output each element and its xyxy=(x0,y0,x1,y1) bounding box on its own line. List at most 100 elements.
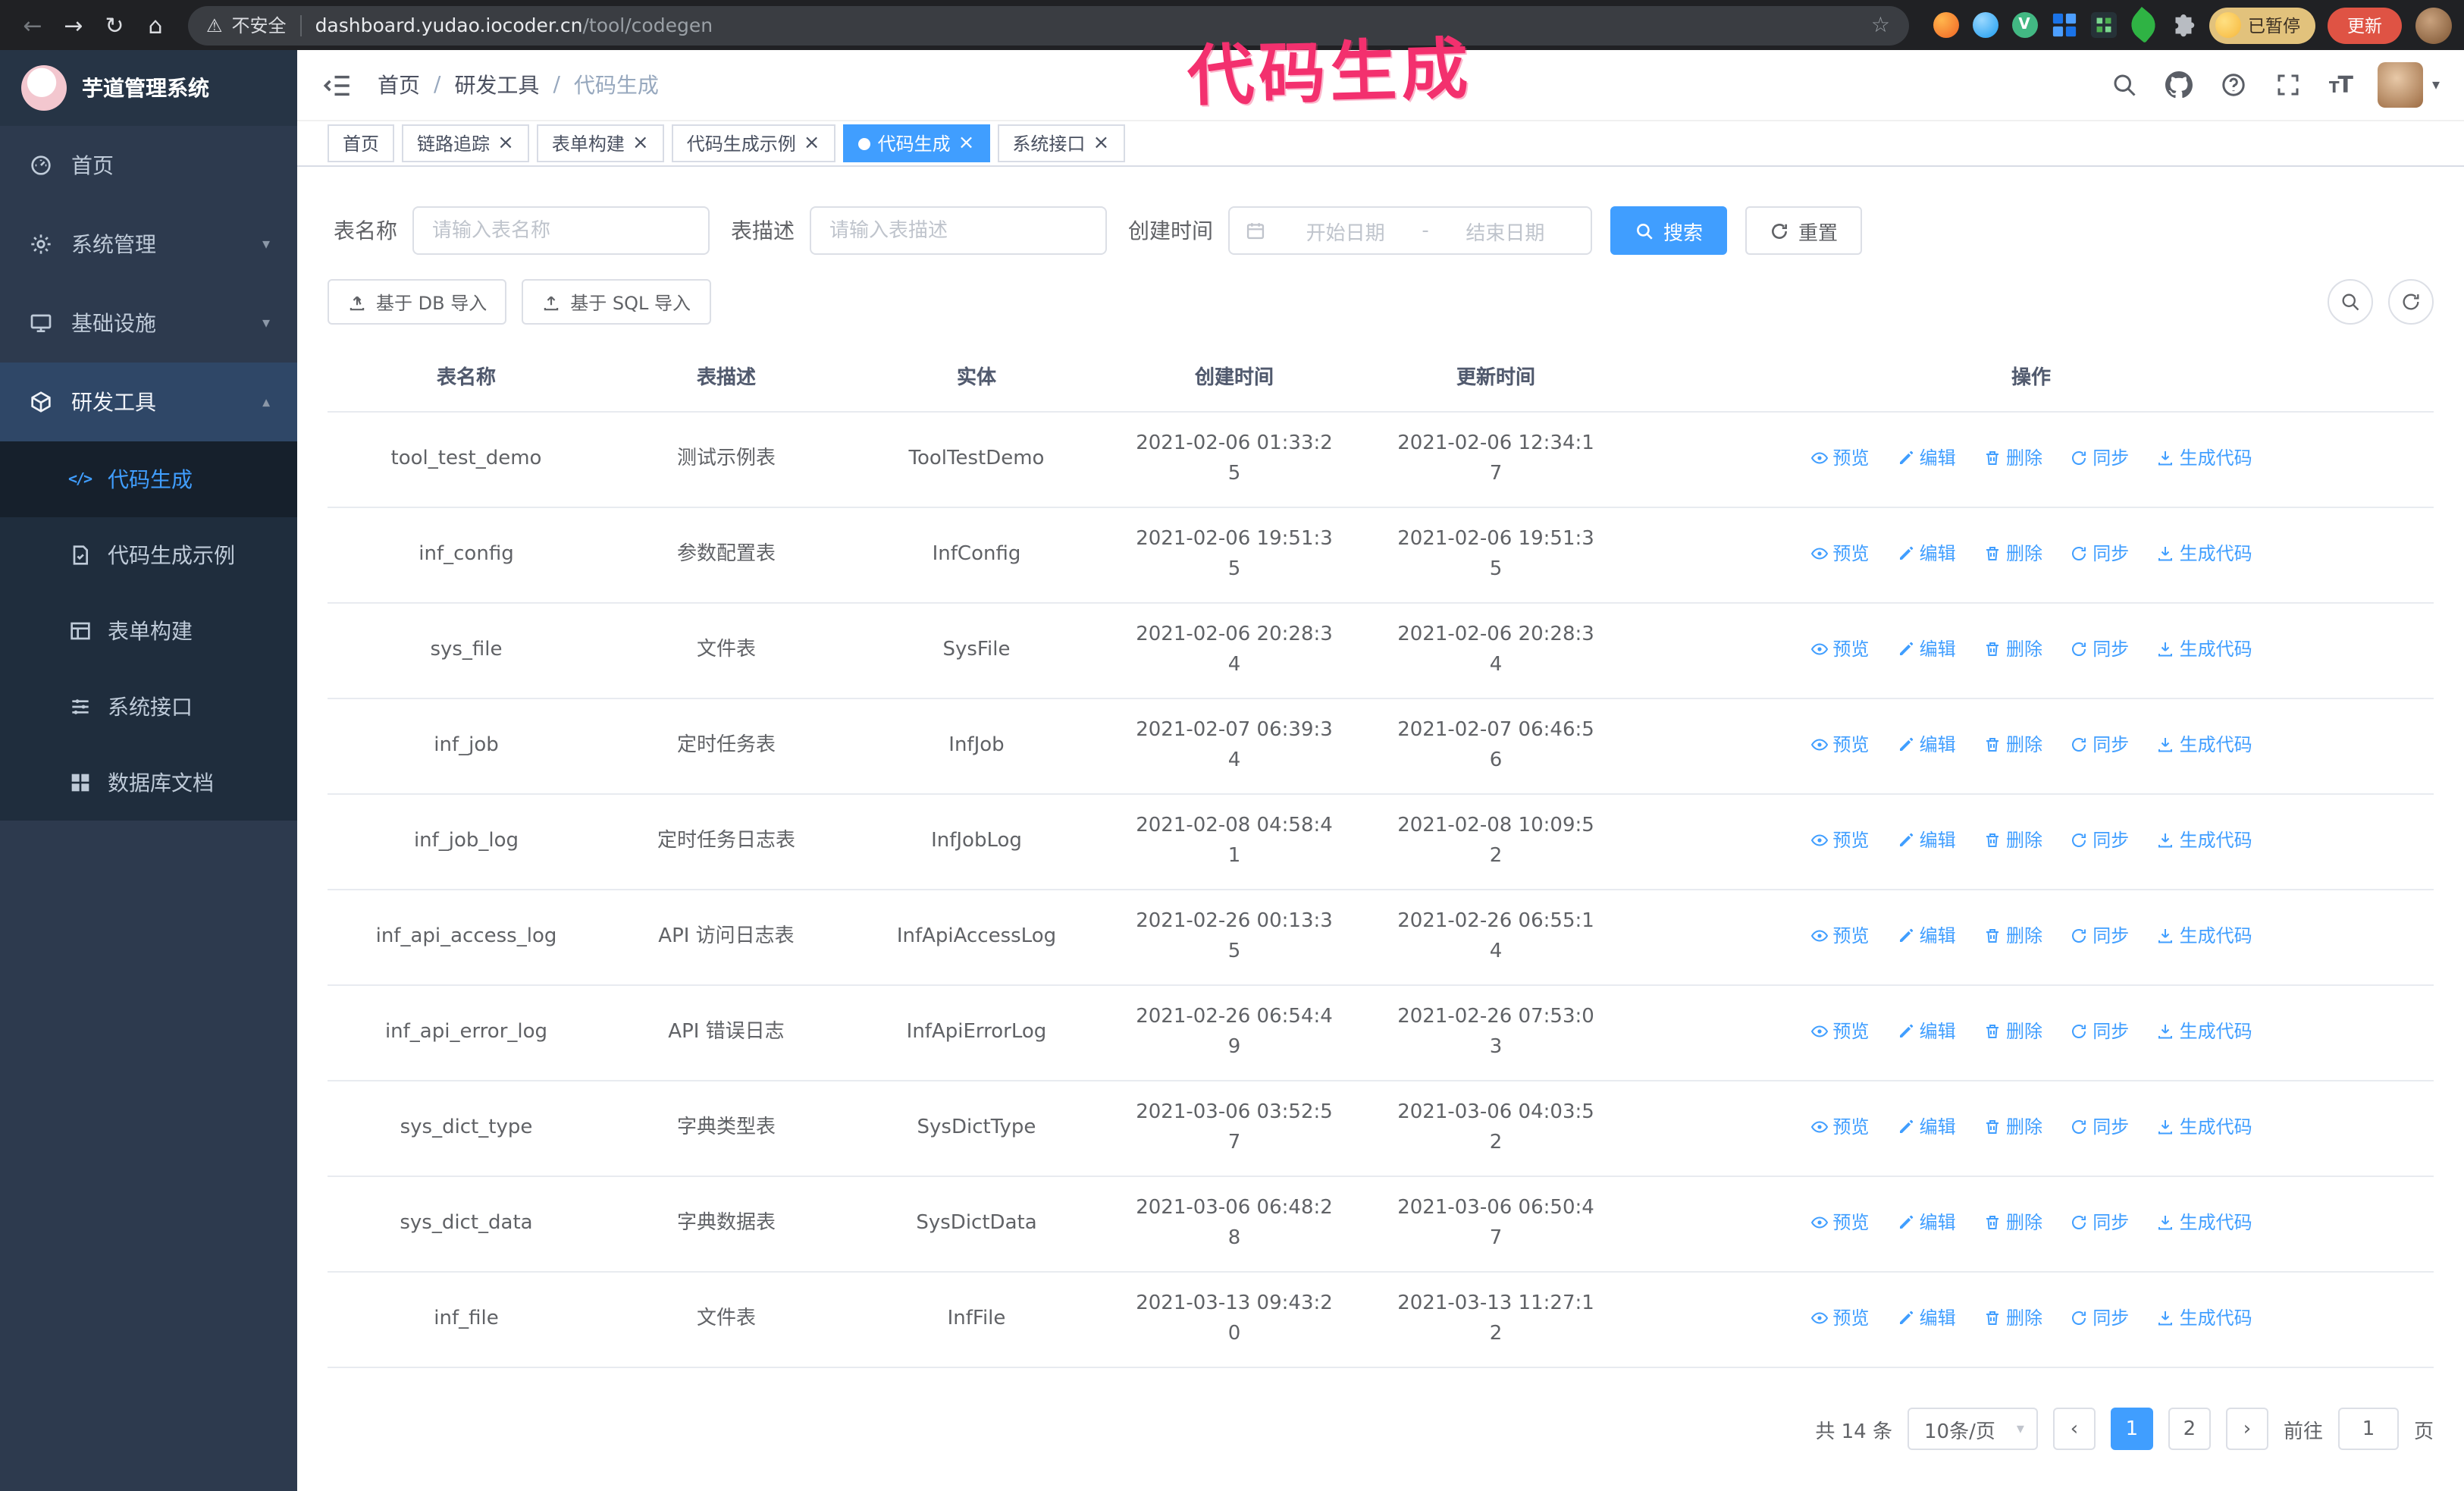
forward-icon[interactable]: → xyxy=(53,5,94,46)
reload-icon[interactable]: ↻ xyxy=(94,5,135,46)
sync-link[interactable]: 同步 xyxy=(2070,824,2129,855)
generate-code-link[interactable]: 生成代码 xyxy=(2157,1302,2252,1332)
goto-page-input[interactable] xyxy=(2337,1408,2399,1450)
preview-link[interactable]: 预览 xyxy=(1810,824,1869,855)
sidebar-item-system[interactable]: 系统管理 ▾ xyxy=(0,205,297,284)
table-name-input[interactable] xyxy=(412,206,710,255)
reset-button[interactable]: 重置 xyxy=(1745,206,1863,255)
sidebar-item-api[interactable]: 系统接口 xyxy=(0,669,297,745)
delete-link[interactable]: 删除 xyxy=(1983,729,2042,759)
edit-link[interactable]: 编辑 xyxy=(1897,1015,1956,1046)
page-size-select[interactable]: 10条/页 ▾ xyxy=(1908,1408,2038,1450)
preview-link[interactable]: 预览 xyxy=(1810,920,1869,950)
preview-link[interactable]: 预览 xyxy=(1810,538,1869,568)
preview-link[interactable]: 预览 xyxy=(1810,1207,1869,1237)
back-icon[interactable]: ← xyxy=(12,5,53,46)
sidebar-item-home[interactable]: 首页 xyxy=(0,126,297,205)
generate-code-link[interactable]: 生成代码 xyxy=(2157,633,2252,664)
sidebar-logo[interactable]: 芋道管理系统 xyxy=(0,50,297,126)
address-bar[interactable]: ⚠ 不安全 dashboard.yudao.iocoder.cn/tool/co… xyxy=(188,5,1908,45)
date-range-picker[interactable]: 开始日期 - 结束日期 xyxy=(1228,206,1592,255)
tab-trace[interactable]: 链路追踪 × xyxy=(402,124,529,162)
preview-link[interactable]: 预览 xyxy=(1810,633,1869,664)
extension-droplet-icon[interactable] xyxy=(1972,12,1998,38)
generate-code-link[interactable]: 生成代码 xyxy=(2157,538,2252,568)
help-icon[interactable] xyxy=(2220,71,2249,99)
close-icon[interactable]: × xyxy=(1092,133,1109,153)
bookmark-star-icon[interactable]: ☆ xyxy=(1871,13,1890,37)
delete-link[interactable]: 删除 xyxy=(1983,633,2042,664)
tab-home[interactable]: 首页 xyxy=(328,124,395,162)
breadcrumb-home[interactable]: 首页 xyxy=(378,70,420,100)
edit-link[interactable]: 编辑 xyxy=(1897,824,1956,855)
table-desc-input[interactable] xyxy=(810,206,1107,255)
extension-vue-devtools-icon[interactable]: V xyxy=(2011,12,2037,38)
edit-link[interactable]: 编辑 xyxy=(1897,729,1956,759)
delete-link[interactable]: 删除 xyxy=(1983,1111,2042,1141)
sidebar-item-devtools[interactable]: 研发工具 ▾ xyxy=(0,363,297,441)
sidebar-item-form-builder[interactable]: 表单构建 xyxy=(0,593,297,669)
generate-code-link[interactable]: 生成代码 xyxy=(2157,442,2252,472)
close-icon[interactable]: × xyxy=(804,133,820,153)
extensions-puzzle-icon[interactable] xyxy=(2169,11,2196,39)
generate-code-link[interactable]: 生成代码 xyxy=(2157,920,2252,950)
sync-link[interactable]: 同步 xyxy=(2070,729,2129,759)
sync-link[interactable]: 同步 xyxy=(2070,442,2129,472)
generate-code-link[interactable]: 生成代码 xyxy=(2157,1015,2252,1046)
sidebar-item-codegen-example[interactable]: 代码生成示例 xyxy=(0,517,297,593)
extension-pixel-icon[interactable] xyxy=(2090,12,2116,38)
edit-link[interactable]: 编辑 xyxy=(1897,633,1956,664)
edit-link[interactable]: 编辑 xyxy=(1897,442,1956,472)
edit-link[interactable]: 编辑 xyxy=(1897,920,1956,950)
delete-link[interactable]: 删除 xyxy=(1983,920,2042,950)
import-db-button[interactable]: 基于 DB 导入 xyxy=(328,279,507,325)
sidebar-item-db-doc[interactable]: 数据库文档 xyxy=(0,745,297,821)
font-size-icon[interactable]: TT xyxy=(2329,71,2353,99)
sync-link[interactable]: 同步 xyxy=(2070,920,2129,950)
home-icon[interactable]: ⌂ xyxy=(135,5,176,46)
fullscreen-icon[interactable] xyxy=(2274,71,2303,99)
sidebar-toggle-icon[interactable] xyxy=(321,69,353,101)
generate-code-link[interactable]: 生成代码 xyxy=(2157,1207,2252,1237)
security-chip[interactable]: ⚠ 不安全 xyxy=(206,12,287,38)
preview-link[interactable]: 预览 xyxy=(1810,1302,1869,1332)
preview-link[interactable]: 预览 xyxy=(1810,729,1869,759)
extension-fox-icon[interactable] xyxy=(1933,12,1958,38)
search-button[interactable]: 搜索 xyxy=(1610,206,1728,255)
generate-code-link[interactable]: 生成代码 xyxy=(2157,824,2252,855)
delete-link[interactable]: 删除 xyxy=(1983,1015,2042,1046)
edit-link[interactable]: 编辑 xyxy=(1897,538,1956,568)
preview-link[interactable]: 预览 xyxy=(1810,442,1869,472)
delete-link[interactable]: 删除 xyxy=(1983,1207,2042,1237)
profile-paused-chip[interactable]: 已暂停 xyxy=(2209,7,2315,43)
sync-link[interactable]: 同步 xyxy=(2070,538,2129,568)
sidebar-item-infra[interactable]: 基础设施 ▾ xyxy=(0,284,297,363)
preview-link[interactable]: 预览 xyxy=(1810,1015,1869,1046)
sync-link[interactable]: 同步 xyxy=(2070,1015,2129,1046)
tab-form-builder[interactable]: 表单构建 × xyxy=(536,124,664,162)
close-icon[interactable]: × xyxy=(497,133,514,153)
generate-code-link[interactable]: 生成代码 xyxy=(2157,1111,2252,1141)
delete-link[interactable]: 删除 xyxy=(1983,538,2042,568)
github-icon[interactable] xyxy=(2165,71,2194,99)
preview-link[interactable]: 预览 xyxy=(1810,1111,1869,1141)
prev-page-button[interactable]: ‹ xyxy=(2052,1408,2096,1450)
tab-api[interactable]: 系统接口 × xyxy=(997,124,1125,162)
edit-link[interactable]: 编辑 xyxy=(1897,1111,1956,1141)
refresh-table-button[interactable] xyxy=(2388,279,2434,325)
extension-leaf-icon[interactable] xyxy=(2124,7,2161,43)
browser-profile-avatar[interactable] xyxy=(2415,7,2452,43)
page-2-button[interactable]: 2 xyxy=(2168,1408,2211,1450)
extension-grid-icon[interactable] xyxy=(2051,12,2077,38)
edit-link[interactable]: 编辑 xyxy=(1897,1207,1956,1237)
close-icon[interactable]: × xyxy=(632,133,649,153)
tab-codegen-example[interactable]: 代码生成示例 × xyxy=(671,124,835,162)
next-page-button[interactable]: › xyxy=(2225,1408,2268,1450)
sync-link[interactable]: 同步 xyxy=(2070,1111,2129,1141)
page-1-button[interactable]: 1 xyxy=(2110,1408,2153,1450)
delete-link[interactable]: 删除 xyxy=(1983,824,2042,855)
tab-codegen[interactable]: 代码生成 × xyxy=(842,124,990,162)
toggle-search-button[interactable] xyxy=(2328,279,2373,325)
user-menu[interactable]: ▾ xyxy=(2377,62,2440,108)
import-sql-button[interactable]: 基于 SQL 导入 xyxy=(522,279,710,325)
